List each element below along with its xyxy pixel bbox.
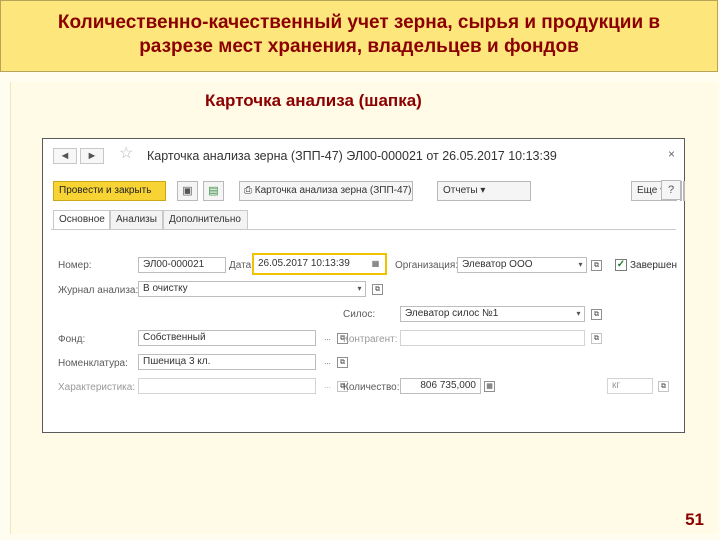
- arrow-right-icon: ►: [86, 150, 98, 162]
- help-button[interactable]: ?: [661, 180, 681, 200]
- journal-label: Журнал анализа:: [58, 285, 139, 296]
- spacer-5: [683, 181, 685, 201]
- back-button[interactable]: ◄: [53, 148, 77, 164]
- page-number: 51: [685, 510, 704, 529]
- reports-label: Отчеты: [443, 185, 478, 196]
- more-label: Еще: [637, 185, 658, 196]
- quantity-field[interactable]: 806 735,000: [400, 378, 481, 394]
- document-window: ◄ ► ☆ Карточка анализа зерна (ЗПП-47) ЭЛ…: [42, 138, 685, 433]
- open-nomenclature-icon[interactable]: ⧉: [337, 357, 348, 368]
- favorite-star-icon[interactable]: ☆: [119, 146, 133, 162]
- number-field[interactable]: ЭЛ00-000021: [138, 257, 226, 273]
- characteristic-label: Характеристика:: [58, 382, 136, 393]
- date-field[interactable]: 26.05.2017 10:13:39: [252, 253, 387, 275]
- chevron-down-icon: ▾: [480, 185, 486, 196]
- window-title: Карточка анализа зерна (ЗПП-47) ЭЛ00-000…: [147, 149, 557, 163]
- print-icon: ⎙: [244, 185, 252, 196]
- open-unit-icon[interactable]: ⧉: [658, 381, 669, 392]
- tab-divider: [51, 229, 676, 230]
- calculator-icon[interactable]: ▦: [484, 381, 495, 392]
- tab-analyses[interactable]: Анализы: [110, 210, 163, 229]
- completed-label: Завершен: [630, 260, 678, 271]
- save-button[interactable]: ▣: [177, 181, 198, 201]
- slide-title-line-1: Количественно-качественный учет зерна, с…: [57, 12, 661, 33]
- characteristic-field[interactable]: [138, 378, 316, 394]
- open-organization-icon[interactable]: ⧉: [591, 260, 602, 271]
- open-silo-icon[interactable]: ⧉: [591, 309, 602, 320]
- check-icon: ✓: [616, 259, 626, 270]
- post-and-close-button[interactable]: Провести и закрыть: [53, 181, 166, 201]
- forward-button[interactable]: ►: [80, 148, 104, 164]
- silo-label: Силос:: [343, 309, 376, 320]
- journal-field[interactable]: В очистку: [138, 281, 366, 297]
- open-counterparty-icon[interactable]: ⧉: [591, 333, 602, 344]
- number-label: Номер:: [58, 260, 92, 271]
- chevron-down-icon[interactable]: ▾: [353, 281, 366, 297]
- ellipsis-icon[interactable]: ...: [321, 330, 334, 346]
- nomenclature-field[interactable]: Пшеница 3 кл.: [138, 354, 316, 370]
- ellipsis-icon[interactable]: ...: [321, 354, 334, 370]
- calendar-icon[interactable]: ▦: [369, 256, 382, 272]
- tab-additional[interactable]: Дополнительно: [163, 210, 248, 229]
- close-icon[interactable]: ×: [668, 147, 675, 161]
- post-document-icon: ▤: [208, 185, 219, 197]
- organization-label: Организация:: [395, 260, 459, 271]
- fund-label: Фонд:: [58, 334, 86, 345]
- chevron-down-icon[interactable]: ▾: [572, 306, 585, 322]
- print-form-button[interactable]: ⎙ Карточка анализа зерна (ЗПП-47): [239, 181, 413, 201]
- counterparty-label: Контрагент:: [343, 334, 398, 345]
- slide-title-box: Количественно-качественный учет зерна, с…: [0, 0, 718, 72]
- print-form-label: Карточка анализа зерна (ЗПП-47): [254, 185, 412, 196]
- date-label: Дата:: [229, 260, 254, 271]
- arrow-left-icon: ◄: [59, 150, 71, 162]
- post-button[interactable]: ▤: [203, 181, 224, 201]
- silo-field[interactable]: Элеватор силос №1: [400, 306, 585, 322]
- slide-title: Количественно-качественный учет зерна, с…: [11, 11, 707, 59]
- open-journal-icon[interactable]: ⧉: [372, 284, 383, 295]
- completed-checkbox[interactable]: ✓: [615, 259, 627, 271]
- counterparty-field[interactable]: [400, 330, 585, 346]
- fund-field[interactable]: Собственный: [138, 330, 316, 346]
- unit-field[interactable]: кг: [607, 378, 653, 394]
- tab-main[interactable]: Основное: [53, 210, 110, 230]
- chevron-down-icon[interactable]: ▾: [574, 257, 587, 273]
- save-icon: ▣: [182, 185, 193, 197]
- ellipsis-icon[interactable]: ...: [321, 378, 334, 394]
- slide-title-line-2: разрезе мест хранения, владельцев и фонд…: [139, 36, 579, 57]
- help-icon: ?: [667, 184, 675, 196]
- quantity-label: Количество:: [343, 382, 400, 393]
- organization-field[interactable]: Элеватор ООО: [457, 257, 587, 273]
- nomenclature-label: Номенклатура:: [58, 358, 128, 369]
- slide-subtitle: Карточка анализа (шапка): [205, 91, 422, 110]
- reports-button[interactable]: Отчеты ▾: [437, 181, 531, 201]
